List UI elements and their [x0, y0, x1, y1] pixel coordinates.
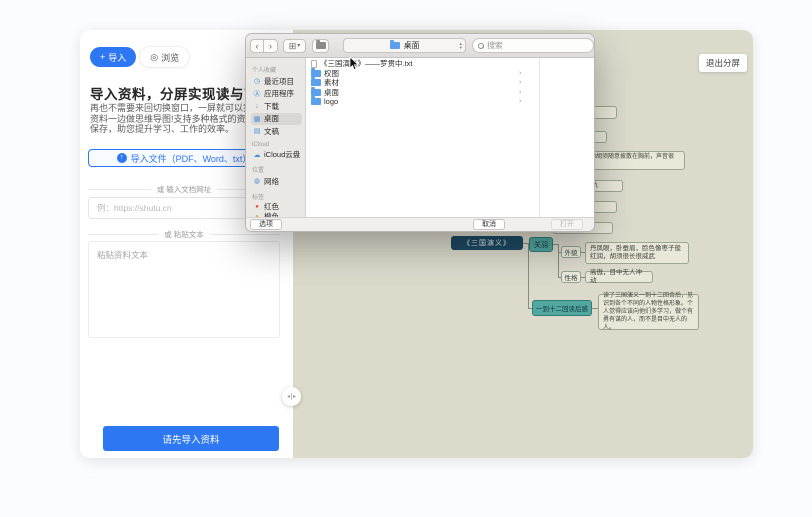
dialog-sidebar: 个人收藏 ◷ 最近项目 Ⓐ 应用程序 ↓ 下载 ▦ 桌面 ▤ 文稿 iCloud…: [246, 58, 306, 217]
sidebar-item-label: 文稿: [264, 126, 279, 136]
mindmap-node-review-label[interactable]: 一到十二回读后感: [532, 300, 592, 316]
stepper-down-icon: ▾: [459, 44, 462, 50]
pane-resize-handle[interactable]: ◂ ▸: [282, 387, 301, 406]
folder-icon: [311, 86, 321, 96]
import-tab-label: 导入: [108, 52, 127, 63]
sidebar-item-label: iCloud云盘: [264, 150, 301, 160]
disclosure-icon: ›: [519, 79, 522, 87]
disclosure-icon: ›: [519, 69, 522, 77]
mindmap-node-personality-label[interactable]: 性格: [561, 271, 581, 283]
forward-button[interactable]: ›: [264, 38, 278, 53]
back-button[interactable]: ‹: [250, 38, 264, 53]
folder-icon: [311, 67, 321, 77]
mindmap-node-appearance-text[interactable]: 丹凤眼，卧蚕眉，脸色像枣子般红润，胡须很长很威武: [585, 242, 689, 264]
view-grid-icon: ⊞: [288, 40, 297, 51]
upload-icon: ↑: [116, 153, 127, 163]
search-input[interactable]: 搜索: [471, 38, 594, 53]
file-list: 《三国演义》——罗贯中.txt 权图 › 素材 › 桌面 › logo ›: [306, 58, 594, 217]
red-tag-icon: ●: [255, 203, 259, 210]
mindmap-node-review-text[interactable]: 读了三国演义一到十二回合后，见识到各个不同的人物性格形象。个人觉得应该向他们多学…: [598, 293, 699, 331]
file-row-folder[interactable]: logo ›: [306, 96, 594, 107]
browse-tab-label: 浏览: [161, 52, 180, 63]
sidebar-item-recents[interactable]: ◷ 最近项目: [251, 75, 302, 88]
folder-action-button[interactable]: [312, 38, 330, 53]
cloud-icon: ☁: [253, 151, 261, 159]
folder-icon: [315, 40, 326, 49]
import-file-label: 导入文件（PDF、Word、txt）: [130, 153, 252, 164]
resize-left-icon: ◂: [286, 394, 290, 400]
mindmap-root-node[interactable]: 《三国演义》: [451, 236, 523, 250]
options-button[interactable]: 选项: [250, 219, 282, 230]
file-row-folder[interactable]: 素材 ›: [306, 77, 594, 88]
paste-text-area[interactable]: [88, 241, 280, 338]
import-tab-button[interactable]: + 导入: [90, 47, 137, 67]
sidebar-item-label: 最近项目: [264, 76, 294, 86]
browse-icon: ◎: [150, 51, 159, 62]
sidebar-section-tags: 标签: [252, 194, 265, 201]
column-divider: [539, 58, 540, 217]
stepper-icon: ▴ ▾: [459, 41, 462, 50]
folder-icon: [311, 96, 321, 106]
file-name: logo: [324, 97, 339, 107]
folder-icon: [311, 77, 321, 87]
location-dropdown[interactable]: 桌面 ▴ ▾: [343, 38, 466, 53]
dialog-footer: 选项 取消 打开: [246, 217, 594, 231]
network-icon: ◍: [253, 178, 261, 186]
disclosure-icon: ›: [519, 88, 522, 96]
resize-bar-icon: [291, 393, 292, 400]
search-icon: [477, 42, 484, 49]
view-mode-button[interactable]: ⊞ ▾: [283, 38, 307, 53]
browse-tab-button[interactable]: ◎ 浏览: [140, 47, 190, 67]
import-submit-button[interactable]: 请先导入资料: [103, 426, 279, 451]
sidebar-item-label: 桌面: [264, 114, 279, 124]
sidebar-item-applications[interactable]: Ⓐ 应用程序: [251, 88, 302, 101]
sidebar-item-documents[interactable]: ▤ 文稿: [251, 125, 302, 138]
resize-right-icon: ▸: [293, 394, 297, 400]
sidebar-section-favorites: 个人收藏: [252, 68, 277, 74]
sidebar-section-locations: 位置: [252, 168, 265, 174]
desktop-icon: ▦: [253, 115, 261, 123]
sidebar-item-label: 应用程序: [264, 89, 294, 99]
sidebar-item-network[interactable]: ◍ 网络: [251, 175, 302, 188]
cancel-button[interactable]: 取消: [473, 219, 505, 230]
sidebar-item-label: 网络: [264, 176, 279, 186]
plus-icon: +: [100, 52, 106, 62]
connector-line: [528, 243, 529, 308]
documents-icon: ▤: [253, 128, 261, 136]
open-button[interactable]: 打开: [551, 219, 583, 230]
search-placeholder: 搜索: [486, 41, 503, 50]
document-file-icon: [311, 59, 317, 68]
file-open-dialog: ‹ › ⊞ ▾ 桌面 ▴ ▾ 搜索 个人收藏 ◷ 最近项目 Ⓐ 应用程序 ↓ 下…: [245, 33, 595, 232]
downloads-icon: ↓: [255, 102, 259, 110]
paste-divider-label: 或 粘贴文本: [164, 230, 204, 239]
sidebar-section-icloud: iCloud: [252, 141, 270, 148]
mindmap-node-appearance-label[interactable]: 外貌: [561, 246, 581, 258]
url-divider-label: 或 输入文档网址: [156, 185, 212, 194]
page-background: + 导入 ◎ 浏览 导入资料，分屏实现读与写 再也不需要来回切换窗口，一屏就可以…: [0, 0, 812, 517]
sidebar-item-desktop[interactable]: ▦ 桌面: [251, 112, 302, 125]
sidebar-item-icloud-drive[interactable]: ☁ iCloud云盘: [251, 149, 302, 162]
recents-icon: ◷: [253, 78, 261, 86]
disclosure-icon: ›: [519, 98, 522, 106]
mouse-cursor: [349, 56, 359, 76]
chevron-down-icon: ▾: [297, 42, 301, 49]
applications-icon: Ⓐ: [253, 90, 261, 98]
sidebar-item-tag-red[interactable]: ● 红色: [251, 202, 302, 212]
connector-line: [558, 244, 559, 277]
sidebar-item-label: 下载: [264, 101, 279, 111]
dialog-body: 个人收藏 ◷ 最近项目 Ⓐ 应用程序 ↓ 下载 ▦ 桌面 ▤ 文稿 iCloud…: [246, 58, 594, 217]
exit-splitscreen-button[interactable]: 退出分屏: [698, 54, 747, 72]
dialog-toolbar: ‹ › ⊞ ▾ 桌面 ▴ ▾ 搜索: [246, 34, 594, 58]
mindmap-node-personality-text[interactable]: 高傲，目中无人冲动: [585, 269, 653, 284]
sidebar-item-downloads[interactable]: ↓ 下载: [251, 100, 302, 113]
mindmap-node-guanyu[interactable]: 关羽: [529, 237, 553, 252]
page-title: 导入资料，分屏实现读与写: [90, 87, 258, 102]
folder-icon: [389, 40, 400, 49]
location-label: 桌面: [403, 41, 420, 50]
file-row-folder[interactable]: 桌面 ›: [306, 86, 594, 98]
